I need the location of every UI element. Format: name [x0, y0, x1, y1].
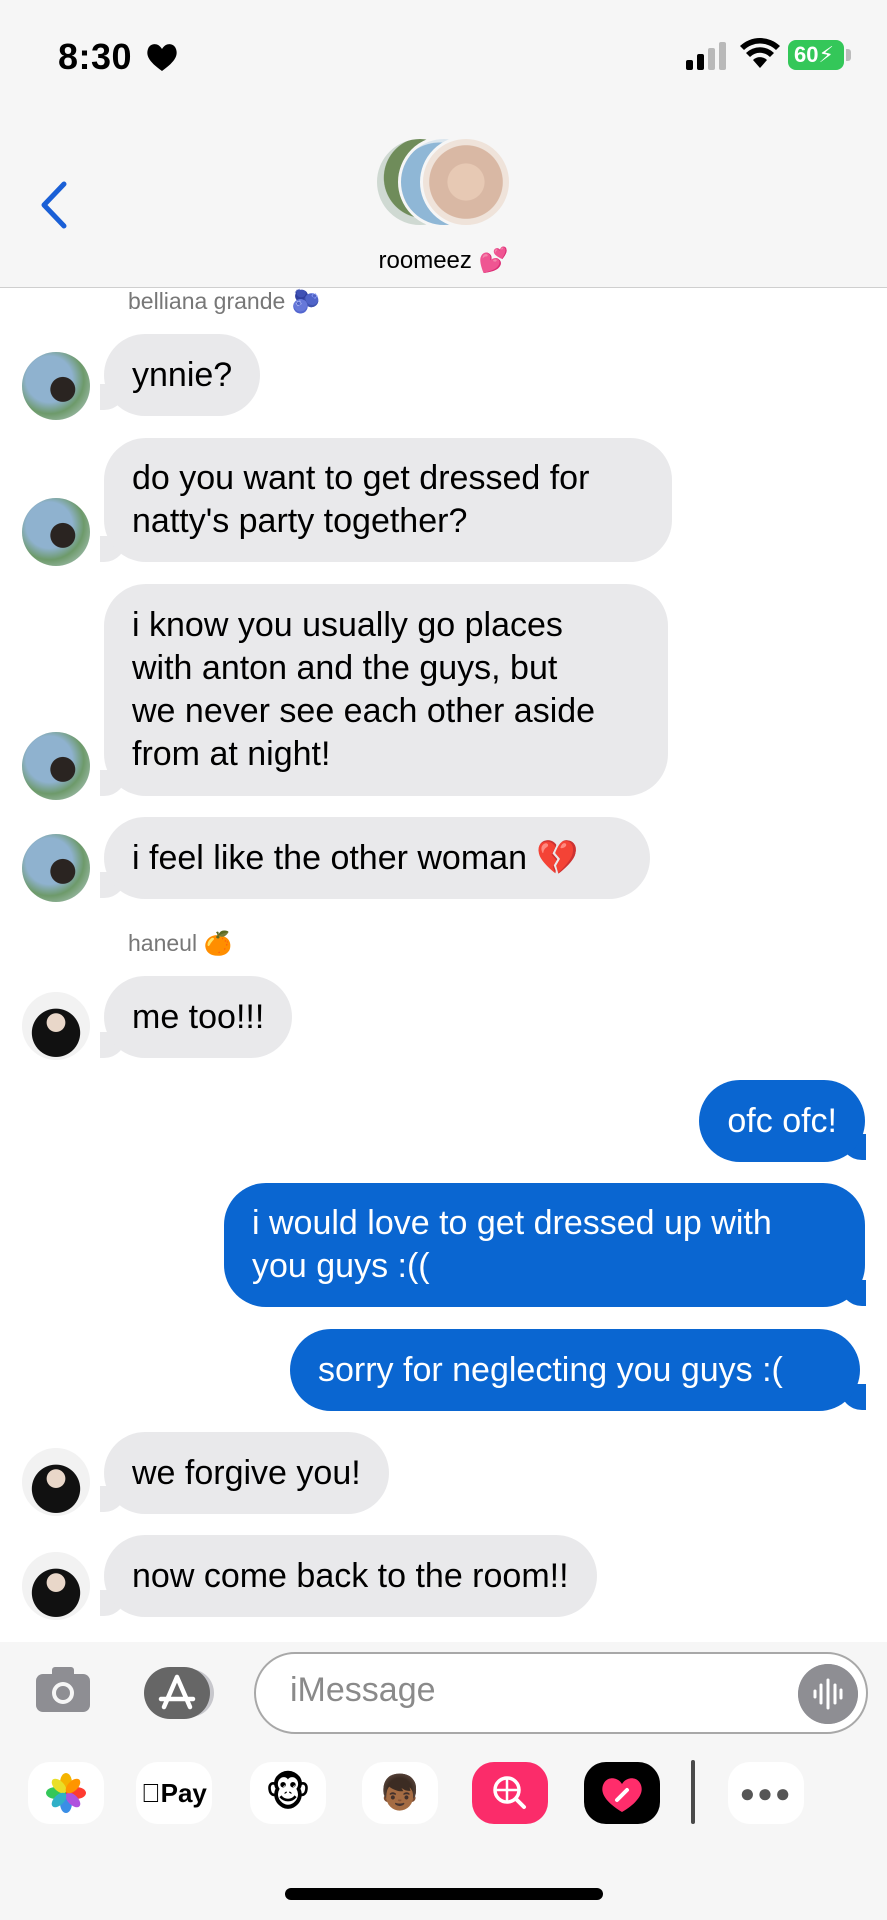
camera-icon[interactable] — [34, 1664, 92, 1714]
charging-bolt-icon: ⚡ — [818, 42, 834, 67]
group-avatar[interactable] — [374, 136, 514, 230]
battery-indicator: 60⚡ — [788, 40, 844, 70]
ellipsis-icon: ●●● — [739, 1778, 793, 1808]
avatar[interactable] — [22, 992, 90, 1060]
message-input-placeholder: iMessage — [290, 1671, 436, 1709]
home-indicator[interactable] — [285, 1888, 603, 1900]
incoming-message[interactable]: i know you usually go places with anton … — [104, 584, 668, 796]
apple-logo-icon:  — [141, 1778, 161, 1808]
outgoing-message[interactable]: ofc ofc! — [699, 1080, 865, 1162]
heart-touch-icon — [602, 1778, 642, 1812]
incoming-message[interactable]: me too!!! — [104, 976, 293, 1058]
battery-level: 60 — [794, 42, 819, 67]
avatar[interactable] — [22, 1552, 90, 1620]
memoji-icon: 👦🏾 — [378, 1774, 422, 1812]
incoming-message[interactable]: ynnie? — [104, 334, 261, 416]
status-time: 8:30 — [58, 36, 133, 77]
digital-touch-button[interactable] — [584, 1762, 660, 1824]
photos-icon — [46, 1773, 86, 1813]
audio-message-icon[interactable] — [798, 1664, 858, 1724]
sender-name: belliana grande 🫐 — [128, 288, 321, 314]
more-apps-button[interactable]: ●●● — [728, 1762, 804, 1824]
avatar[interactable] — [22, 498, 90, 566]
group-avatar-member-3 — [420, 136, 512, 228]
animoji-button[interactable]: 🐵 — [250, 1762, 326, 1824]
memoji-button[interactable]: 👦🏾 — [362, 1762, 438, 1824]
monkey-icon: 🐵 — [264, 1771, 312, 1815]
apple-pay-label: Pay — [150, 1778, 207, 1808]
heart-icon — [147, 44, 177, 71]
back-chevron-icon[interactable] — [36, 180, 70, 230]
wifi-icon — [740, 38, 780, 68]
incoming-message[interactable]: now come back to the room!! — [104, 1535, 597, 1617]
globe-search-icon — [493, 1776, 526, 1809]
app-store-icon[interactable] — [144, 1665, 216, 1721]
group-name[interactable]: roomeez 💕 — [0, 246, 887, 275]
outgoing-message[interactable]: sorry for neglecting you guys :( — [290, 1329, 860, 1411]
avatar[interactable] — [22, 732, 90, 800]
image-search-button[interactable] — [472, 1762, 548, 1824]
battery-cap — [846, 49, 851, 61]
incoming-message[interactable]: do you want to get dressed for natty's p… — [104, 438, 672, 562]
avatar[interactable] — [22, 352, 90, 420]
apple-pay-button[interactable]: Pay — [136, 1762, 212, 1824]
outgoing-message[interactable]: i would love to get dressed up with you … — [224, 1183, 865, 1307]
incoming-message[interactable]: we forgive you! — [104, 1432, 389, 1514]
avatar[interactable] — [22, 834, 90, 902]
sender-name: haneul 🍊 — [128, 930, 233, 956]
avatar[interactable] — [22, 1448, 90, 1516]
tray-divider — [691, 1760, 695, 1824]
cellular-signal-icon — [686, 42, 726, 70]
incoming-message[interactable]: i feel like the other woman 💔 — [104, 817, 650, 899]
photos-app-button[interactable] — [28, 1762, 104, 1824]
